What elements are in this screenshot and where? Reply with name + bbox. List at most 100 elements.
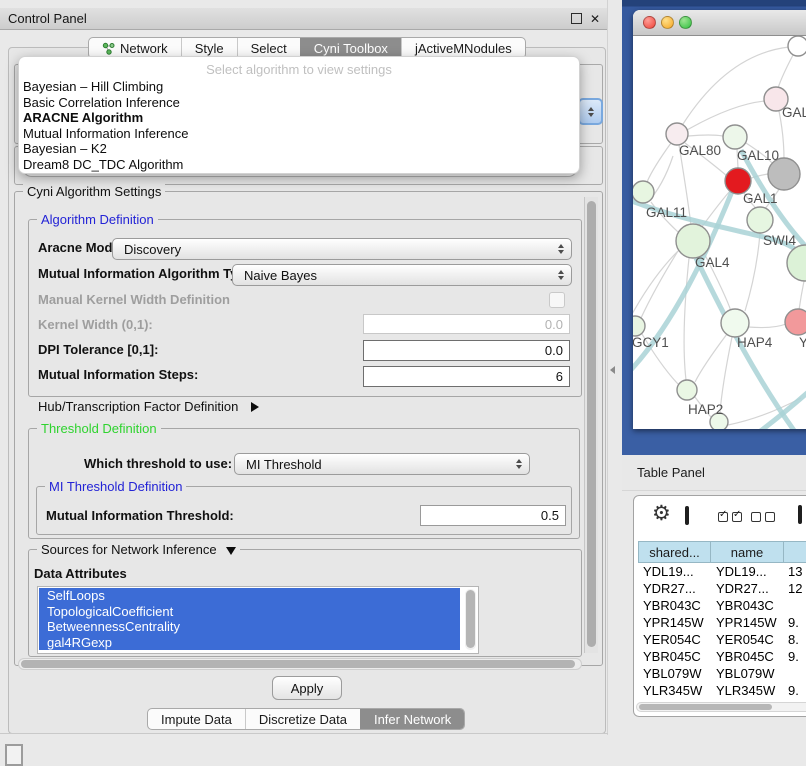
network-node[interactable] bbox=[788, 36, 806, 56]
table-panel-title: Table Panel bbox=[637, 465, 705, 480]
page-icon[interactable] bbox=[798, 505, 802, 524]
tab-style[interactable]: Style bbox=[181, 38, 237, 58]
table-row[interactable]: YER054CYER054C8. bbox=[638, 631, 806, 648]
table-cell: YBR043C bbox=[643, 598, 701, 613]
zoom-traffic-light[interactable] bbox=[679, 16, 692, 29]
node-label-swi4: SWI4 bbox=[763, 233, 796, 248]
manual-kernel-label: Manual Kernel Width Definition bbox=[38, 292, 230, 307]
tab-jactivemnodules[interactable]: jActiveMNodules bbox=[401, 38, 525, 58]
collapse-down-icon bbox=[226, 547, 236, 555]
dropdown-prompt: Select algorithm to view settings bbox=[19, 61, 579, 79]
panel-corner-icon[interactable] bbox=[5, 744, 23, 766]
network-node-hap4[interactable] bbox=[721, 309, 749, 337]
close-icon[interactable] bbox=[590, 11, 600, 26]
network-node-gcy1[interactable] bbox=[633, 316, 645, 336]
settings-vertical-scrollbar[interactable] bbox=[584, 197, 598, 653]
network-window-titlebar[interactable] bbox=[633, 10, 806, 36]
table-row[interactable]: YLR345WYLR345W9. bbox=[638, 682, 806, 699]
network-edge bbox=[633, 251, 678, 316]
mi-threshold-group-title: MI Threshold Definition bbox=[45, 479, 186, 494]
table-horizontal-scrollbar[interactable] bbox=[636, 702, 806, 712]
data-attributes-label: Data Attributes bbox=[34, 566, 127, 581]
network-node-gal4[interactable] bbox=[676, 224, 710, 258]
tab-cyni-toolbox[interactable]: Cyni Toolbox bbox=[300, 38, 401, 58]
node-label-gal11: GAL11 bbox=[646, 205, 687, 220]
kernel-width-field[interactable]: 0.0 bbox=[363, 314, 570, 334]
network-edge bbox=[687, 101, 765, 130]
network-edge bbox=[745, 233, 760, 311]
table-row[interactable]: YBL079WYBL079W bbox=[638, 665, 806, 682]
network-node-gal80[interactable] bbox=[666, 123, 688, 145]
column-header-shared[interactable]: shared... bbox=[638, 541, 711, 563]
hub-definition-toggle[interactable]: Hub/Transcription Factor Definition bbox=[38, 399, 259, 414]
dpi-tolerance-field[interactable]: 0.0 bbox=[363, 340, 570, 361]
attribute-item-betweennesscentrality[interactable]: BetweennessCentrality bbox=[39, 619, 460, 635]
sources-group-title[interactable]: Sources for Network Inference bbox=[37, 542, 240, 557]
attribute-item-topologicalcoefficient[interactable]: TopologicalCoefficient bbox=[39, 604, 460, 620]
network-node-y[interactable] bbox=[785, 309, 806, 335]
network-graph: GALGAL80GAL10GAL1GAL11SWI4GAL4GCY1HAP4YH… bbox=[633, 36, 806, 429]
table-cell: 9. bbox=[788, 615, 799, 630]
apply-button[interactable]: Apply bbox=[272, 676, 342, 700]
mi-threshold-field[interactable]: 0.5 bbox=[420, 505, 566, 526]
which-threshold-label: Which threshold to use: bbox=[84, 456, 232, 471]
attribute-item-gal4rgexp[interactable]: gal4RGexp bbox=[39, 635, 460, 651]
minimize-traffic-light[interactable] bbox=[661, 16, 674, 29]
column-header-name[interactable]: name bbox=[710, 541, 784, 563]
tab-select[interactable]: Select bbox=[237, 38, 300, 58]
network-edge bbox=[641, 251, 678, 318]
network-canvas[interactable]: GALGAL80GAL10GAL1GAL11SWI4GAL4GCY1HAP4YH… bbox=[633, 36, 806, 429]
settings-gear-icon[interactable] bbox=[652, 504, 671, 524]
settings-horizontal-scrollbar[interactable] bbox=[18, 658, 582, 670]
kernel-width-value: 0.0 bbox=[545, 317, 563, 332]
which-threshold-combo[interactable]: MI Threshold bbox=[234, 453, 530, 475]
splitpane-collapse-icon[interactable] bbox=[610, 366, 615, 374]
table-cell: YER054C bbox=[716, 632, 774, 647]
algorithm-option-dream8-dc-tdc-algorithm[interactable]: Dream8 DC_TDC Algorithm bbox=[19, 157, 579, 173]
aracne-mode-combo[interactable]: Discovery bbox=[112, 238, 572, 260]
table-cell: YBR045C bbox=[643, 649, 701, 664]
mi-steps-field[interactable]: 6 bbox=[363, 366, 570, 387]
column-header-third[interactable]: A bbox=[783, 541, 806, 563]
manual-kernel-checkbox[interactable] bbox=[549, 292, 565, 308]
network-edge bbox=[695, 334, 727, 382]
float-icon[interactable] bbox=[571, 13, 582, 24]
table-cell: YPR145W bbox=[716, 615, 777, 630]
table-row[interactable]: YDR27...YDR27...12 bbox=[638, 580, 806, 597]
algorithm-combo-spinner[interactable] bbox=[578, 98, 603, 125]
tab-infer-network[interactable]: Infer Network bbox=[360, 709, 464, 729]
select-all-checkboxes-icon[interactable] bbox=[718, 512, 742, 522]
mi-steps-label: Mutual Information Steps: bbox=[38, 367, 198, 382]
algorithm-option-bayesian-k2[interactable]: Bayesian – K2 bbox=[19, 141, 579, 157]
tab-network[interactable]: Network bbox=[89, 38, 181, 58]
list-scrollbar[interactable] bbox=[465, 589, 476, 650]
table-row[interactable]: YPR145WYPR145W9. bbox=[638, 614, 806, 631]
algorithm-option-bayesian-hill-climbing[interactable]: Bayesian – Hill Climbing bbox=[19, 79, 579, 95]
table-window: shared... name A YDL19...YDL19...13YDR27… bbox=[633, 495, 806, 717]
algorithm-option-basic-correlation-inference[interactable]: Basic Correlation Inference bbox=[19, 95, 579, 111]
attribute-item-selfloops[interactable]: SelfLoops bbox=[39, 588, 460, 604]
network-node-gal11[interactable] bbox=[633, 181, 654, 203]
table-row[interactable]: YBR045CYBR045C9. bbox=[638, 648, 806, 665]
app-root: { "colors": { "selection_blue": "#3c6cd6… bbox=[0, 0, 806, 762]
network-node[interactable] bbox=[787, 245, 806, 281]
table-cell: YDL19... bbox=[716, 564, 767, 579]
close-traffic-light[interactable] bbox=[643, 16, 656, 29]
deselect-checkboxes-icon[interactable] bbox=[751, 512, 775, 522]
network-edge bbox=[748, 324, 786, 328]
network-node-swi4[interactable] bbox=[747, 207, 773, 233]
network-node-hap2[interactable] bbox=[677, 380, 697, 400]
algorithm-option-aracne-algorithm[interactable]: ARACNE Algorithm bbox=[19, 110, 579, 126]
table-row[interactable]: YBR043CYBR043C bbox=[638, 597, 806, 614]
table-cell: YLR345W bbox=[643, 683, 702, 698]
split-columns-icon[interactable] bbox=[685, 506, 689, 525]
tab-impute-data[interactable]: Impute Data bbox=[148, 709, 245, 729]
data-attributes-list[interactable]: SelfLoopsTopologicalCoefficientBetweenne… bbox=[37, 586, 479, 654]
algorithm-option-mutual-information-inference[interactable]: Mutual Information Inference bbox=[19, 126, 579, 142]
mi-type-combo[interactable]: Naive Bayes bbox=[232, 264, 572, 286]
algorithm-definition-title: Algorithm Definition bbox=[37, 212, 158, 227]
mi-type-value: Naive Bayes bbox=[244, 268, 317, 283]
tab-discretize-data[interactable]: Discretize Data bbox=[245, 709, 360, 729]
network-node-gal10[interactable] bbox=[723, 125, 747, 149]
table-row[interactable]: YDL19...YDL19...13 bbox=[638, 563, 806, 580]
